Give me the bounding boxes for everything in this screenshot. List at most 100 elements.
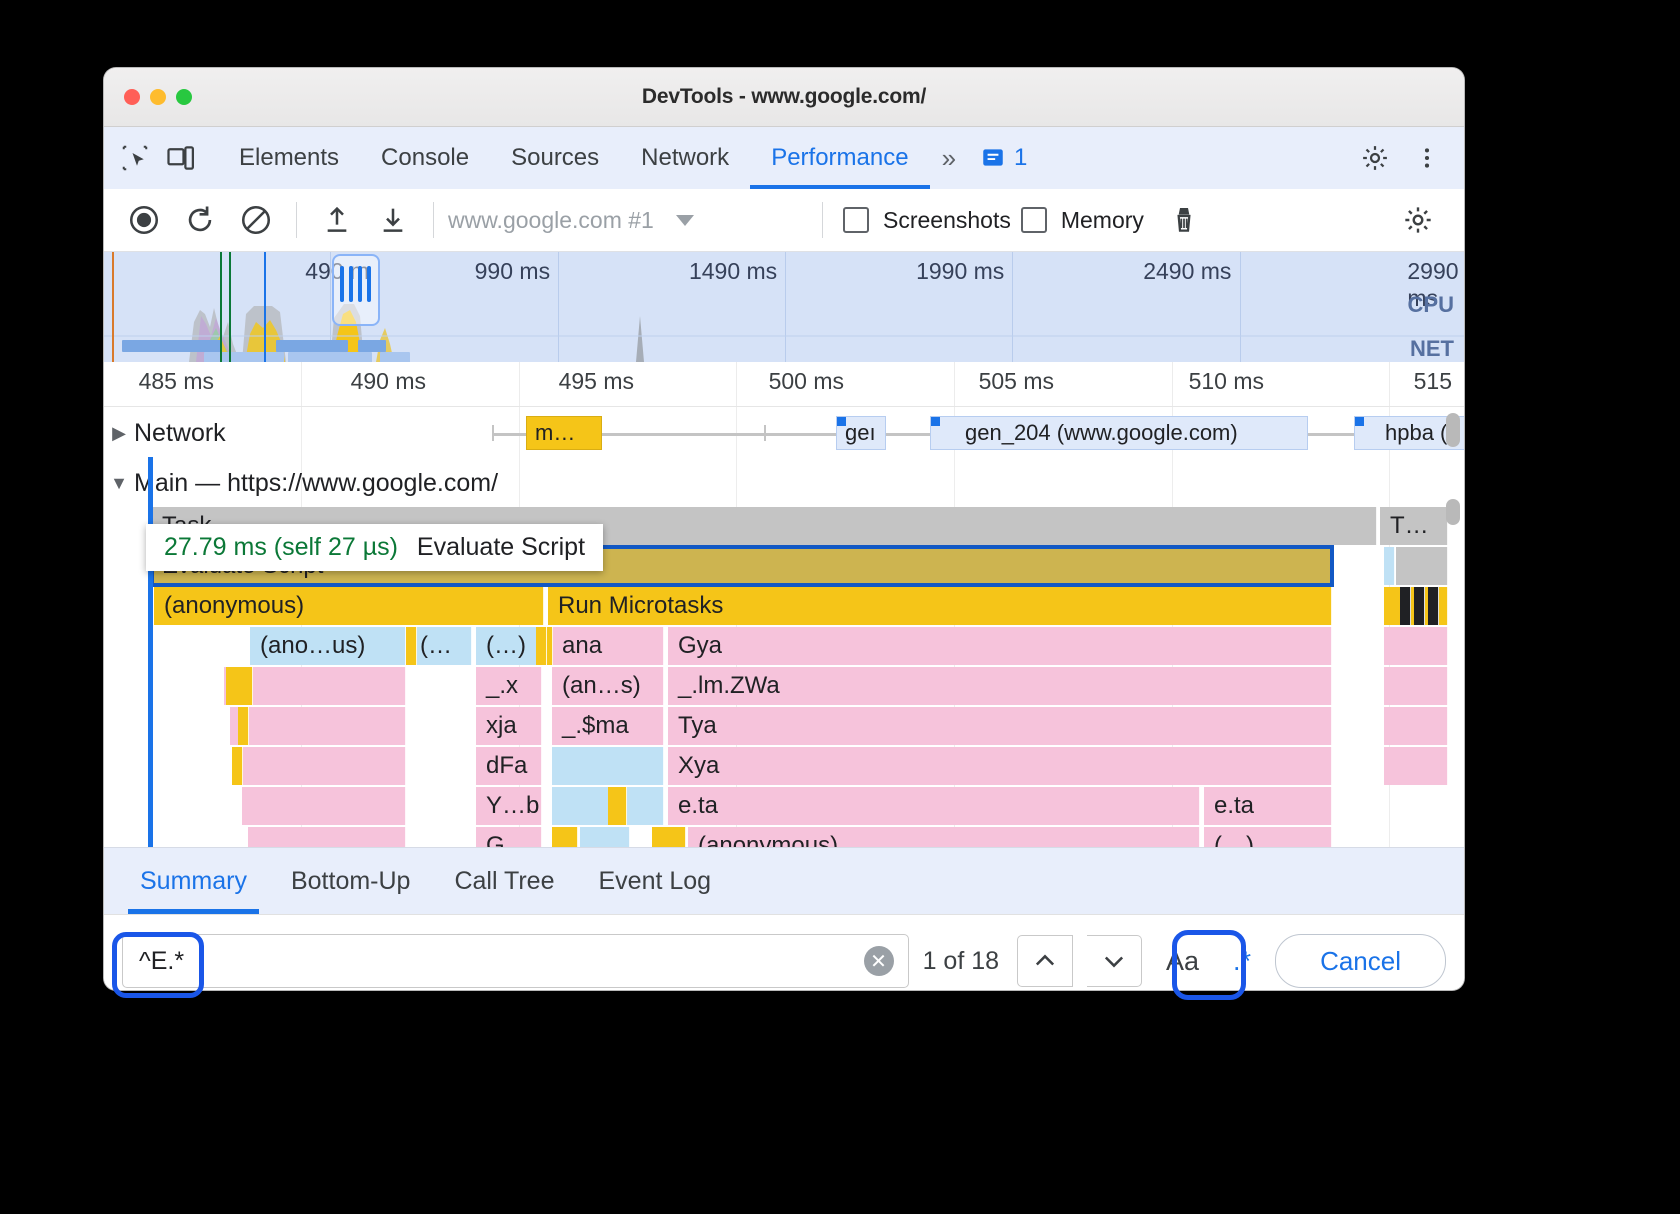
search-bar: ✕ 1 of 18 Aa .* Cancel <box>104 914 1464 990</box>
more-vertical-icon[interactable] <box>1404 135 1450 181</box>
settings-gear-icon[interactable] <box>1352 135 1398 181</box>
flame-bar[interactable] <box>248 827 406 847</box>
flame-bar[interactable]: _.x <box>476 667 542 705</box>
screenshots-label: Screenshots <box>883 207 1011 234</box>
selection-grip[interactable] <box>358 266 362 302</box>
flame-bar[interactable] <box>230 707 406 745</box>
chevron-right-icon[interactable]: ▶ <box>104 423 134 444</box>
memory-checkbox[interactable]: Memory <box>1021 207 1144 234</box>
flame-bar[interactable]: e.ta <box>668 787 1200 825</box>
overview-selection-window[interactable] <box>332 254 380 326</box>
flame-bar[interactable] <box>1384 627 1448 665</box>
capture-settings-icon[interactable] <box>1392 195 1444 245</box>
selection-grip[interactable] <box>340 266 344 302</box>
match-case-button[interactable]: Aa <box>1156 946 1209 977</box>
tab-event-log[interactable]: Event Log <box>577 848 734 914</box>
flame-bar[interactable]: (…) <box>1204 827 1332 847</box>
flame-bar[interactable] <box>1384 547 1395 585</box>
more-tabs-icon[interactable]: » <box>930 143 968 174</box>
flame-bar[interactable]: (…) <box>476 627 542 665</box>
flame-bar[interactable]: _.lm.ZWa <box>668 667 1332 705</box>
flame-bar[interactable]: G… <box>476 827 542 847</box>
flame-bar[interactable]: Run Microtasks <box>548 587 1332 625</box>
flame-bar[interactable]: e.ta <box>1204 787 1332 825</box>
flame-bar[interactable]: Xya <box>668 747 1332 785</box>
network-event[interactable]: geı <box>836 416 886 450</box>
tab-elements[interactable]: Elements <box>218 127 360 189</box>
flame-bar[interactable]: _.$ma <box>552 707 664 745</box>
flame-bar[interactable] <box>1384 667 1448 705</box>
overview-net-bar <box>122 340 222 352</box>
selection-grip[interactable] <box>349 266 353 302</box>
track-main[interactable]: ▼ Main — https://www.google.com/ <box>104 459 1464 507</box>
clear-icon[interactable] <box>230 195 282 245</box>
close-window-icon[interactable] <box>124 89 140 105</box>
clear-search-icon[interactable]: ✕ <box>864 946 894 976</box>
flame-row: _.x (an…s) _.lm.ZWa <box>152 667 1428 707</box>
checkbox-box[interactable] <box>1021 207 1047 233</box>
search-input[interactable] <box>137 946 854 977</box>
device-toolbar-icon[interactable] <box>158 135 204 181</box>
issues-indicator[interactable]: 1 <box>980 144 1027 172</box>
flame-bar[interactable]: (anonymous) <box>688 827 1200 847</box>
network-event[interactable]: m… <box>526 416 602 450</box>
devtools-window: DevTools - www.google.com/ Elements Cons… <box>104 68 1464 990</box>
reload-record-icon[interactable] <box>174 195 226 245</box>
cancel-button[interactable]: Cancel <box>1275 934 1446 988</box>
tab-network[interactable]: Network <box>620 127 750 189</box>
upload-profile-icon[interactable] <box>311 195 363 245</box>
tab-performance[interactable]: Performance <box>750 127 929 189</box>
flame-bar[interactable] <box>552 747 664 785</box>
traffic-lights[interactable] <box>124 89 192 105</box>
flame-bar[interactable] <box>580 827 630 847</box>
flame-bar[interactable] <box>1396 547 1448 585</box>
chevron-down-icon[interactable] <box>676 215 694 226</box>
flame-bar[interactable]: (ano…us) <box>250 627 406 665</box>
flame-bar[interactable] <box>236 747 406 785</box>
flame-bar[interactable]: (anonymous) <box>154 587 544 625</box>
tab-call-tree[interactable]: Call Tree <box>432 848 576 914</box>
screenshots-checkbox[interactable]: Screenshots <box>843 207 1011 234</box>
record-icon[interactable] <box>118 195 170 245</box>
search-field[interactable]: ✕ <box>122 934 909 988</box>
tab-summary[interactable]: Summary <box>118 848 269 914</box>
collect-garbage-icon[interactable] <box>1158 195 1210 245</box>
search-prev-button[interactable] <box>1017 935 1073 987</box>
chevron-down-icon[interactable]: ▼ <box>104 473 134 494</box>
minimize-window-icon[interactable] <box>150 89 166 105</box>
vertical-scrollbar-thumb[interactable] <box>1446 499 1460 525</box>
tab-sources[interactable]: Sources <box>490 127 620 189</box>
flamechart-tracks[interactable]: ▶ Network m… geı gen_204 (www.google.com… <box>104 407 1464 847</box>
flame-bar[interactable]: (an…s) <box>552 667 664 705</box>
track-network[interactable]: ▶ Network m… geı gen_204 (www.google.com… <box>104 407 1464 459</box>
flame-bar[interactable]: Tya <box>668 707 1332 745</box>
flame-bar[interactable]: Gya <box>668 627 1332 665</box>
ruler-tick-4: 505 ms <box>979 368 1054 395</box>
timeline-overview[interactable]: 490 m 990 ms 1490 ms 1990 ms 2490 ms 299… <box>104 252 1464 362</box>
inspect-icon[interactable] <box>112 135 158 181</box>
tab-console[interactable]: Console <box>360 127 490 189</box>
network-event[interactable]: gen_204 (www.google.com) <box>930 416 1308 450</box>
flame-bar[interactable]: xja <box>476 707 542 745</box>
toolbar-divider-3 <box>822 202 823 238</box>
session-selector[interactable]: www.google.com #1 <box>448 207 808 234</box>
selection-grip[interactable] <box>367 266 371 302</box>
search-next-button[interactable] <box>1087 935 1142 987</box>
flame-bar[interactable] <box>552 827 578 847</box>
flame-bar[interactable] <box>1384 707 1448 745</box>
flame-bar[interactable] <box>1384 747 1448 785</box>
flame-bar[interactable]: Y…b <box>476 787 542 825</box>
vertical-scrollbar[interactable] <box>1446 413 1460 447</box>
flame-bar[interactable] <box>242 787 406 825</box>
zoom-window-icon[interactable] <box>176 89 192 105</box>
flame-bar[interactable] <box>652 827 686 847</box>
download-profile-icon[interactable] <box>367 195 419 245</box>
flame-bar[interactable]: (… <box>410 627 472 665</box>
regex-button[interactable]: .* <box>1223 946 1261 977</box>
flame-bar[interactable]: dFa <box>476 747 542 785</box>
flame-bar[interactable]: T… <box>1380 507 1448 545</box>
checkbox-box[interactable] <box>843 207 869 233</box>
tab-bottom-up[interactable]: Bottom-Up <box>269 848 432 914</box>
flame-bar[interactable]: ana <box>552 627 664 665</box>
chevron-down-icon <box>1100 947 1128 975</box>
